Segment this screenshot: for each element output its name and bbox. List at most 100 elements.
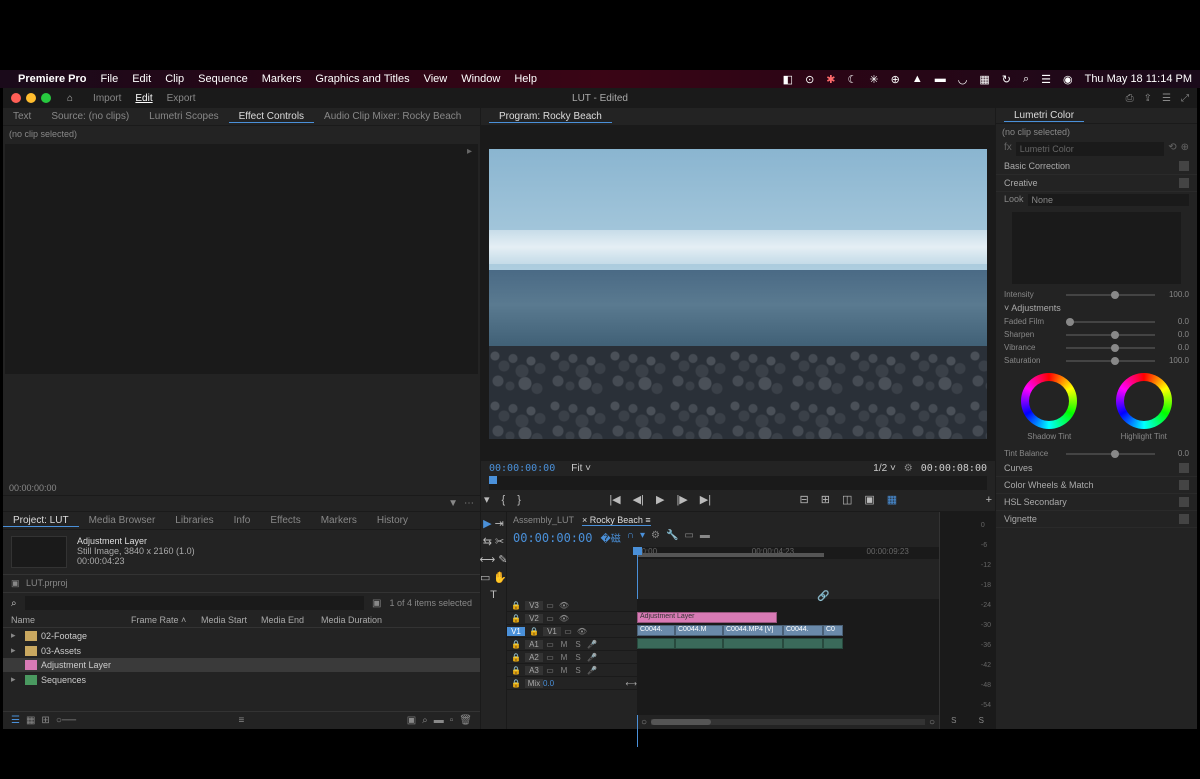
quick-export-icon[interactable]: ⎙ <box>1126 93 1134 104</box>
tab-markers[interactable]: Markers <box>311 515 367 526</box>
tint-balance-slider[interactable] <box>1066 453 1155 455</box>
freeform-view-icon[interactable]: ⊞ <box>41 715 49 726</box>
marker-icon[interactable]: ▾ <box>484 493 490 506</box>
caption-icon[interactable]: ▭ <box>684 530 693 545</box>
project-row[interactable]: ▸Sequences <box>3 672 480 687</box>
caption-icon[interactable]: ▬ <box>700 530 710 545</box>
lift-icon[interactable]: ⊟ <box>800 493 809 506</box>
selection-tool-icon[interactable]: ▶ <box>483 517 491 530</box>
folder-icon[interactable]: ▬ <box>434 715 444 726</box>
marker-icon[interactable]: ▾ <box>640 530 645 545</box>
solo-left[interactable]: S <box>951 716 956 725</box>
status-icon[interactable]: ▦ <box>979 73 989 86</box>
tab-libraries[interactable]: Libraries <box>165 515 223 526</box>
mic-icon[interactable]: 🎤 <box>585 653 599 662</box>
slip-tool-icon[interactable]: ⟷ <box>480 553 496 566</box>
zoom-in-icon[interactable]: ○ <box>929 717 935 728</box>
step-forward-icon[interactable]: |▶ <box>676 493 687 506</box>
status-icon[interactable]: ⊙ <box>805 73 814 86</box>
col-mediaduration[interactable]: Media Duration <box>321 615 391 625</box>
tab-lumetri[interactable]: Lumetri Color <box>1004 110 1084 122</box>
program-timecode-left[interactable]: 00:00:00:00 <box>489 463 555 474</box>
hand-tool-icon[interactable]: ✋ <box>493 571 507 584</box>
share-icon[interactable]: ⇪ <box>1144 93 1152 104</box>
search-icon[interactable]: ⌕ <box>11 598 17 609</box>
clip-video[interactable]: C0044. <box>783 625 823 636</box>
settings-icon[interactable]: ⚙ <box>904 463 913 474</box>
clip-audio[interactable] <box>637 638 675 649</box>
section-creative[interactable]: Creative <box>996 175 1197 192</box>
window-minimize[interactable] <box>26 93 36 103</box>
vibrance-slider[interactable] <box>1066 347 1155 349</box>
section-basic-correction[interactable]: Basic Correction <box>996 158 1197 175</box>
tab-media-browser[interactable]: Media Browser <box>79 515 166 526</box>
look-dropdown[interactable]: None <box>1028 194 1189 206</box>
button-editor-icon[interactable]: + <box>986 494 992 506</box>
icon-view-icon[interactable]: ▦ <box>26 715 35 726</box>
new-bin-icon[interactable]: ▣ <box>407 715 416 726</box>
mark-out-icon[interactable]: } <box>517 494 521 506</box>
filter-icon[interactable]: ▼ <box>448 498 458 509</box>
battery-icon[interactable]: ▬ <box>935 73 946 85</box>
menu-view[interactable]: View <box>424 73 448 85</box>
tab-text[interactable]: Text <box>3 111 41 122</box>
project-row[interactable]: Adjustment Layer <box>3 658 480 672</box>
program-monitor[interactable] <box>481 126 995 461</box>
clip-audio[interactable] <box>675 638 723 649</box>
export-frame-icon[interactable]: ◫ <box>842 493 852 506</box>
clip-audio[interactable] <box>823 638 843 649</box>
menu-sequence[interactable]: Sequence <box>198 73 248 85</box>
status-icon[interactable]: ✱ <box>826 73 835 86</box>
project-search-input[interactable] <box>25 596 364 610</box>
home-icon[interactable]: ⌂ <box>67 93 73 104</box>
go-to-in-icon[interactable]: |◀ <box>609 493 620 506</box>
intensity-slider[interactable] <box>1066 294 1155 296</box>
saturation-slider[interactable] <box>1066 360 1155 362</box>
section-vignette[interactable]: Vignette <box>996 511 1197 528</box>
menu-icon[interactable]: ⊕ <box>1181 142 1189 156</box>
settings-icon[interactable]: ⚙ <box>651 530 660 545</box>
bin-icon[interactable]: ▣ <box>372 598 381 609</box>
rectangle-tool-icon[interactable]: ▭ <box>480 571 490 584</box>
clip-video[interactable]: C0044. <box>637 625 675 636</box>
tab-program[interactable]: Program: Rocky Beach <box>489 111 612 123</box>
playhead-toggle-icon[interactable]: ▸ <box>467 146 472 157</box>
datetime[interactable]: Thu May 18 11:14 PM <box>1085 73 1192 85</box>
extract-icon[interactable]: ⊞ <box>821 493 830 506</box>
menu-file[interactable]: File <box>100 73 118 85</box>
highlight-tint-wheel[interactable] <box>1116 373 1172 429</box>
clip-audio[interactable] <box>723 638 783 649</box>
faded-film-slider[interactable] <box>1066 321 1155 323</box>
control-center-icon[interactable]: ☰ <box>1041 73 1051 86</box>
mode-import[interactable]: Import <box>93 93 121 104</box>
timeline-tab[interactable]: Assembly_LUT <box>513 515 574 525</box>
program-ruler[interactable] <box>489 476 987 490</box>
timeline-tab[interactable]: × Rocky Beach ≡ <box>582 515 651 526</box>
menu-markers[interactable]: Markers <box>262 73 302 85</box>
go-to-out-icon[interactable]: ▶| <box>700 493 711 506</box>
siri-icon[interactable]: ◉ <box>1063 73 1073 86</box>
snap-icon[interactable]: �磁 <box>600 530 620 545</box>
menu-window[interactable]: Window <box>461 73 500 85</box>
zoom-slider[interactable]: ○── <box>56 715 76 726</box>
timeline-zoom-scrollbar[interactable] <box>651 719 711 725</box>
ripple-tool-icon[interactable]: ⇆ <box>483 535 492 548</box>
sharpen-slider[interactable] <box>1066 334 1155 336</box>
track-select-tool-icon[interactable]: ⇥ <box>495 517 504 530</box>
expand-icon[interactable]: ⟷ <box>626 679 637 688</box>
menu-graphics[interactable]: Graphics and Titles <box>315 73 409 85</box>
tab-project[interactable]: Project: LUT <box>3 515 79 527</box>
col-mediaend[interactable]: Media End <box>261 615 321 625</box>
section-curves[interactable]: Curves <box>996 460 1197 477</box>
timeline-ruler[interactable]: 00:00 00:00:04:23 00:00:09:23 <box>637 547 939 559</box>
lumetri-effect-name[interactable] <box>1016 142 1164 156</box>
mark-in-icon[interactable]: { <box>502 494 506 506</box>
tab-audio-mixer[interactable]: Audio Clip Mixer: Rocky Beach <box>314 111 471 122</box>
window-close[interactable] <box>11 93 21 103</box>
track-eye-icon[interactable]: 👁 <box>575 627 589 636</box>
shadow-tint-wheel[interactable] <box>1021 373 1077 429</box>
safe-margins-icon[interactable]: ▦ <box>887 493 897 506</box>
tab-effects[interactable]: Effects <box>260 515 310 526</box>
reset-icon[interactable]: ⟲ <box>1168 142 1176 156</box>
tab-info[interactable]: Info <box>224 515 261 526</box>
